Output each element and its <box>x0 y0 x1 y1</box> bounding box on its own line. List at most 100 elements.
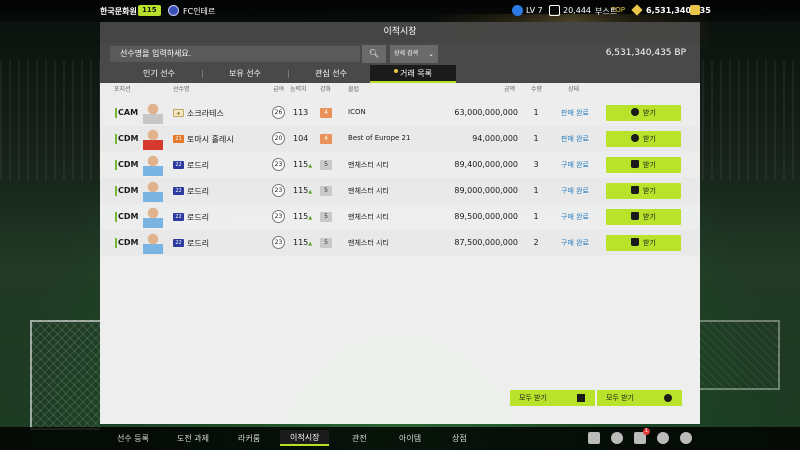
tab-label: 관심 선수 <box>315 69 347 78</box>
header-club: 클럽 <box>348 86 360 93</box>
table-row[interactable]: CDM 22 로드리 23 115▲ 5 맨체스터 시티 87,500,000,… <box>100 230 700 256</box>
table-row[interactable]: CDM 22 로드리 23 115▲ 5 맨체스터 시티 89,000,000,… <box>100 178 700 204</box>
enhance-level: 5 <box>320 212 332 222</box>
fc-points-icon <box>549 5 560 16</box>
nav-register-player[interactable]: 선수 등록 <box>117 433 149 444</box>
header-price: 금액 <box>504 86 516 93</box>
receive-button[interactable]: 받기 <box>606 105 681 121</box>
nav-shop[interactable]: 상점 <box>452 433 467 444</box>
player-pay: 26 <box>272 106 285 119</box>
bottom-navigation: 선수 등록 도전 과제 라커룸 이적시장 관전 아이템 상점 1 <box>0 427 800 450</box>
tab-popular-players[interactable]: 인기 선수 <box>116 65 202 83</box>
ability-value: 104 <box>293 134 309 143</box>
goal-net-right <box>690 320 780 390</box>
enhance-level: 4 <box>320 108 332 118</box>
club-crest-icon <box>168 5 179 16</box>
player-face-image <box>143 232 163 254</box>
header-pay: 급여 <box>273 86 285 93</box>
bp-icon <box>690 5 700 15</box>
player-club: 맨체스터 시티 <box>348 161 389 169</box>
table-row[interactable]: CDM 22 로드리 23 115▲ 5 맨체스터 시티 89,400,000,… <box>100 152 700 178</box>
player-pay: 20 <box>272 132 285 145</box>
nav-items[interactable]: 아이템 <box>399 433 421 444</box>
trade-quantity: 1 <box>533 134 539 143</box>
ability-up-icon: ▲ <box>308 163 313 169</box>
shirt-icon <box>631 160 640 168</box>
ability-value: 115 <box>293 186 309 195</box>
search-button[interactable]: 🔍︎ <box>362 45 386 63</box>
tab-favorite-players[interactable]: 관심 선수 <box>288 65 374 83</box>
receive-all-players-button[interactable]: 모두 받기 <box>510 390 595 406</box>
player-search-input[interactable]: 선수명을 입력하세요. <box>110 46 360 62</box>
shirt-icon <box>631 238 640 246</box>
nav-locker-room[interactable]: 라커룸 <box>238 433 260 444</box>
trade-price: 89,000,000,000 <box>454 186 518 195</box>
ability-value: 115 <box>293 238 309 247</box>
club-icon[interactable] <box>611 432 623 444</box>
shirt-icon <box>631 212 640 220</box>
player-name: 토마시 홀레시 <box>187 135 234 144</box>
nav-transfer-market[interactable]: 이적시장 <box>280 430 330 446</box>
receive-label: 받기 <box>643 135 656 143</box>
player-ability: 115▲ <box>293 160 312 169</box>
trade-status: 구매 완료 <box>561 213 589 221</box>
table-row[interactable]: CDM 21 토마시 홀레시 20 104 4 Best of Europe 2… <box>100 126 700 152</box>
receive-label: 받기 <box>643 161 656 169</box>
nav-challenges[interactable]: 도전 과제 <box>177 433 209 444</box>
receive-button[interactable]: 받기 <box>606 209 681 225</box>
ability-value: 115 <box>293 212 309 221</box>
player-ability: 104 <box>293 134 308 143</box>
new-dot-icon <box>394 69 398 73</box>
team-ovr-badge: 115 <box>138 5 161 16</box>
trade-quantity: 2 <box>533 238 539 247</box>
season-badge: 22 <box>173 187 184 195</box>
enhance-level: 5 <box>320 238 332 248</box>
season-badge: 22 <box>173 239 184 247</box>
player-name: 로드리 <box>187 187 210 196</box>
player-club: Best of Europe 21 <box>348 134 411 142</box>
fc-points[interactable]: 20,444 <box>563 6 591 15</box>
nav-spectate[interactable]: 관전 <box>352 433 367 444</box>
receive-all-label: 모두 받기 <box>519 394 547 402</box>
receive-all-bp-button[interactable]: 모두 받기 <box>597 390 682 406</box>
player-position: CDM <box>118 186 139 195</box>
detail-search-dropdown[interactable]: 상세 검색 ⌄ <box>390 45 438 63</box>
tab-trade-list[interactable]: 거래 목록 <box>370 65 456 83</box>
player-pay: 23 <box>272 236 285 249</box>
tab-bar: 인기 선수 보유 선수 관심 선수 거래 목록 <box>100 65 700 83</box>
club-name[interactable]: FC인테르 <box>183 6 215 17</box>
chevron-down-icon: ⌄ <box>428 50 434 58</box>
notification-badge: 1 <box>643 428 650 435</box>
user-icon[interactable] <box>657 432 669 444</box>
search-row: 선수명을 입력하세요. 🔍︎ 상세 검색 ⌄ 6,531,340,435 BP <box>100 43 700 65</box>
search-icon: 🔍︎ <box>368 49 380 58</box>
ability-up-icon: ▲ <box>308 189 313 195</box>
player-club: ICON <box>348 108 366 116</box>
panel-title: 이적시장 <box>100 22 700 43</box>
tab-owned-players[interactable]: 보유 선수 <box>202 65 288 83</box>
receive-button[interactable]: 받기 <box>606 183 681 199</box>
trade-price: 87,500,000,000 <box>454 238 518 247</box>
table-row[interactable]: CAM ★ 소크라테스 26 113 4 ICON 63,000,000,000… <box>100 100 700 126</box>
season-badge: 22 <box>173 213 184 221</box>
player-face-image <box>143 102 163 124</box>
shirt-icon <box>631 186 640 194</box>
ability-value: 115 <box>293 160 309 169</box>
receive-button[interactable]: 받기 <box>606 157 681 173</box>
player-position: CDM <box>118 212 139 221</box>
receive-button[interactable]: 받기 <box>606 235 681 251</box>
home-icon[interactable] <box>588 432 600 444</box>
enhance-level: 5 <box>320 186 332 196</box>
position-bar <box>115 186 117 196</box>
level-icon <box>512 5 523 16</box>
header-player: 선수명 <box>173 86 190 93</box>
gear-icon[interactable] <box>680 432 692 444</box>
trade-price: 94,000,000 <box>472 134 518 143</box>
shirt-icon <box>577 394 585 402</box>
player-face-image <box>143 128 163 150</box>
top-status-bar: 한국문화원 115 FC인테르 LV 7 20,444 부스트 TOP 6,53… <box>0 0 800 22</box>
receive-button[interactable]: 받기 <box>606 131 681 147</box>
table-row[interactable]: CDM 22 로드리 23 115▲ 5 맨체스터 시티 89,500,000,… <box>100 204 700 230</box>
trade-status: 구매 완료 <box>561 161 589 169</box>
trade-status: 구매 완료 <box>561 187 589 195</box>
